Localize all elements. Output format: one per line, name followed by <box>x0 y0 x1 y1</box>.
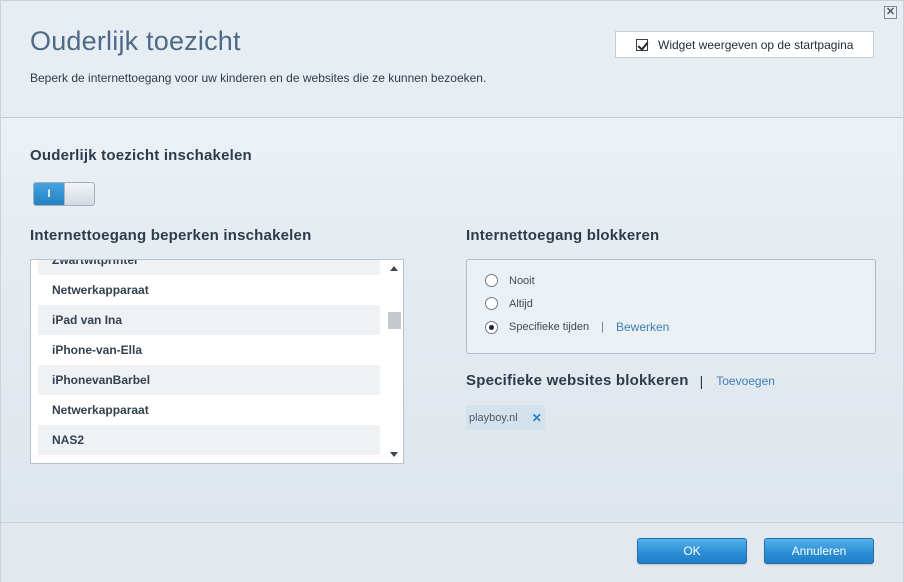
ok-button[interactable]: OK <box>637 538 747 564</box>
radio-option-specific-times[interactable]: Specifieke tijden | Bewerken <box>485 320 669 334</box>
radio-button[interactable] <box>485 274 498 287</box>
cancel-button[interactable]: Annuleren <box>764 538 874 564</box>
list-item[interactable]: iPad van Ina <box>38 305 380 335</box>
toggle-knob[interactable] <box>64 183 94 205</box>
device-list-scrollbar[interactable] <box>386 260 403 463</box>
radio-label: Specifieke tijden <box>509 321 590 333</box>
radio-label: Nooit <box>509 274 535 287</box>
scroll-down-arrow-icon[interactable] <box>390 452 398 457</box>
list-item[interactable]: iPhonevanBarbel <box>38 365 380 395</box>
list-item[interactable]: Netwerkapparaat <box>38 275 380 305</box>
radio-option-always[interactable]: Altijd <box>485 297 533 310</box>
close-icon[interactable]: ✕ <box>884 6 897 19</box>
page-subtitle: Beperk de internettoegang voor uw kinder… <box>30 71 487 85</box>
radio-option-never[interactable]: Nooit <box>485 274 535 287</box>
page-title: Ouderlijk toezicht <box>30 26 241 56</box>
scroll-up-arrow-icon[interactable] <box>390 266 398 271</box>
sites-heading: Specifieke websites blokkeren <box>466 372 689 389</box>
separator: | <box>699 372 704 389</box>
separator: | <box>601 321 604 333</box>
remove-site-icon[interactable]: ✕ <box>532 411 542 425</box>
radio-button-selected[interactable] <box>485 320 498 334</box>
device-list[interactable]: Zwartwitprinter Netwerkapparaat iPad van… <box>30 259 404 464</box>
block-options-box: Nooit Altijd Specifieke tijden | Bewerke… <box>466 259 876 354</box>
parental-enable-heading: Ouderlijk toezicht inschakelen <box>30 147 252 164</box>
restrict-heading: Internettoegang beperken inschakelen <box>30 227 312 244</box>
scroll-thumb[interactable] <box>388 312 401 329</box>
block-heading: Internettoegang blokkeren <box>466 227 660 244</box>
widget-checkbox[interactable] <box>636 38 648 51</box>
parental-controls-dialog: ✕ Ouderlijk toezicht Beperk de internett… <box>0 0 904 582</box>
dialog-header: ✕ Ouderlijk toezicht Beperk de internett… <box>1 1 903 118</box>
widget-checkbox-row[interactable]: Widget weergeven op de startpagina <box>615 31 874 58</box>
toggle-on-label: I <box>34 183 64 205</box>
list-item[interactable]: NAS2 <box>38 425 380 455</box>
add-site-link[interactable]: Toevoegen <box>716 374 775 388</box>
edit-link[interactable]: Bewerken <box>616 320 669 334</box>
widget-checkbox-label: Widget weergeven op de startpagina <box>658 37 854 52</box>
blocked-site-name: playboy.nl <box>469 411 518 424</box>
radio-label: Altijd <box>509 297 533 310</box>
device-list-items: Zwartwitprinter Netwerkapparaat iPad van… <box>38 260 380 455</box>
radio-button[interactable] <box>485 297 498 310</box>
list-item[interactable]: Netwerkapparaat <box>38 395 380 425</box>
list-item[interactable]: iPhone-van-Ella <box>38 335 380 365</box>
parental-toggle[interactable]: I <box>33 182 95 206</box>
list-item[interactable]: Zwartwitprinter <box>38 260 380 275</box>
blocked-site-chip: playboy.nl ✕ <box>466 405 545 430</box>
sites-heading-row: Specifieke websites blokkeren | Toevoege… <box>466 372 775 389</box>
